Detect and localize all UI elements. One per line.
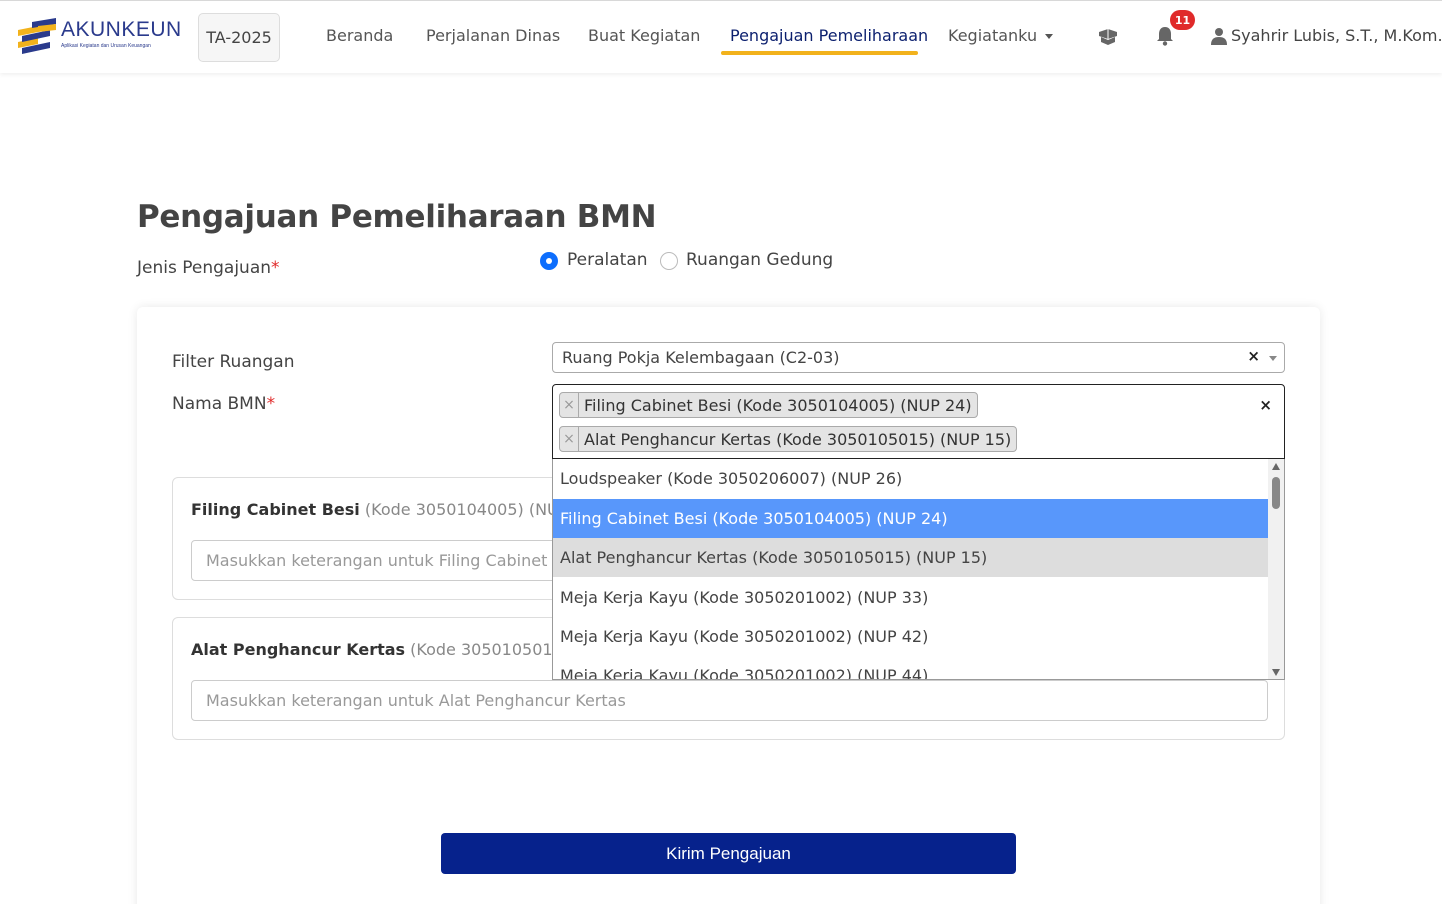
filter-ruangan-select[interactable]: Ruang Pokja Kelembagaan (C2-03) ×: [552, 342, 1285, 373]
user-name: Syahrir Lubis, S.T., M.Kom.: [1231, 26, 1442, 45]
chevron-down-icon: [1045, 34, 1054, 39]
nama-bmn-text: Nama BMN: [172, 394, 267, 414]
scroll-up-icon[interactable]: [1272, 463, 1280, 470]
page-title: Pengajuan Pemeliharaan BMN: [137, 199, 657, 235]
logo-tagline: Aplikasi Kegiatan dan Urusan Keuangan: [61, 43, 151, 49]
radio-ruangan-gedung[interactable]: [660, 252, 678, 270]
radio-ruangan-gedung-label[interactable]: Ruangan Gedung: [686, 250, 833, 270]
app-logo[interactable]: AKUNKEUN Aplikasi Kegiatan dan Urusan Ke…: [16, 16, 184, 58]
nav-buat-kegiatan[interactable]: Buat Kegiatan: [588, 26, 700, 45]
active-nav-indicator: [721, 51, 918, 55]
nav-beranda[interactable]: Beranda: [326, 26, 393, 45]
top-navbar: AKUNKEUN Aplikasi Kegiatan dan Urusan Ke…: [0, 0, 1442, 73]
logo-mark-icon: [18, 18, 56, 54]
keterangan-input[interactable]: Masukkan keterangan untuk Alat Penghancu…: [191, 680, 1268, 721]
jenis-pengajuan-label: Jenis Pengajuan*: [137, 258, 280, 278]
filter-ruangan-value: Ruang Pokja Kelembagaan (C2-03): [562, 348, 840, 367]
item-heading: Filing Cabinet Besi (Kode 3050104005) (N…: [191, 500, 600, 519]
dropdown-option[interactable]: Meja Kerja Kayu (Kode 3050201002) (NUP 3…: [553, 578, 1270, 617]
user-icon: [1211, 27, 1227, 45]
nav-kegiatanku-dropdown[interactable]: Kegiatanku: [948, 26, 1054, 45]
notification-count-badge: 11: [1170, 10, 1195, 30]
radio-peralatan[interactable]: [540, 252, 558, 270]
selected-chip: × Filing Cabinet Besi (Kode 3050104005) …: [559, 392, 978, 418]
clear-icon[interactable]: ×: [1247, 347, 1260, 365]
jenis-pengajuan-text: Jenis Pengajuan: [137, 258, 272, 278]
item-name: Filing Cabinet Besi: [191, 500, 360, 519]
bmn-options-dropdown: Loudspeaker (Kode 3050206007) (NUP 26) F…: [552, 459, 1285, 680]
clear-icon[interactable]: ×: [1259, 396, 1272, 414]
nav-kegiatanku-label: Kegiatanku: [948, 26, 1038, 45]
selected-chip: × Alat Penghancur Kertas (Kode 305010501…: [559, 426, 1018, 452]
chevron-down-icon[interactable]: [1269, 356, 1277, 361]
dropdown-option[interactable]: Meja Kerja Kayu (Kode 3050201002) (NUP 4…: [553, 656, 1270, 679]
dropdown-option[interactable]: Meja Kerja Kayu (Kode 3050201002) (NUP 4…: [553, 617, 1270, 656]
logo-wordmark: AKUNKEUN: [61, 18, 182, 41]
item-name: Alat Penghancur Kertas: [191, 640, 406, 659]
chip-label: Filing Cabinet Besi (Kode 3050104005) (N…: [584, 395, 972, 415]
nav-perjalanan-dinas[interactable]: Perjalanan Dinas: [426, 26, 560, 45]
nama-bmn-multiselect[interactable]: × Filing Cabinet Besi (Kode 3050104005) …: [552, 384, 1285, 459]
filter-ruangan-label: Filter Ruangan: [172, 352, 295, 372]
radio-peralatan-label[interactable]: Peralatan: [567, 250, 648, 270]
required-mark: *: [271, 258, 280, 278]
dropdown-scrollbar[interactable]: [1268, 459, 1284, 679]
nav-pengajuan-pemeliharaan[interactable]: Pengajuan Pemeliharaan: [730, 26, 928, 45]
nama-bmn-label: Nama BMN*: [172, 394, 275, 414]
scroll-thumb[interactable]: [1272, 477, 1280, 509]
chip-label: Alat Penghancur Kertas (Kode 3050105015)…: [584, 429, 1012, 449]
remove-chip-icon[interactable]: ×: [560, 393, 579, 417]
kirim-pengajuan-button[interactable]: Kirim Pengajuan: [441, 833, 1016, 874]
dropdown-option-selected[interactable]: Alat Penghancur Kertas (Kode 3050105015)…: [553, 538, 1270, 577]
scroll-down-icon[interactable]: [1272, 669, 1280, 676]
remove-chip-icon[interactable]: ×: [560, 427, 579, 451]
dropdown-option-highlighted[interactable]: Filing Cabinet Besi (Kode 3050104005) (N…: [553, 499, 1270, 538]
required-mark: *: [266, 394, 276, 414]
box-icon[interactable]: [1097, 25, 1121, 49]
user-menu-dropdown[interactable]: Syahrir Lubis, S.T., M.Kom.: [1211, 26, 1442, 45]
dropdown-option[interactable]: Loudspeaker (Kode 3050206007) (NUP 26): [553, 459, 1270, 498]
fiscal-year-selector[interactable]: TA-2025: [198, 13, 280, 62]
